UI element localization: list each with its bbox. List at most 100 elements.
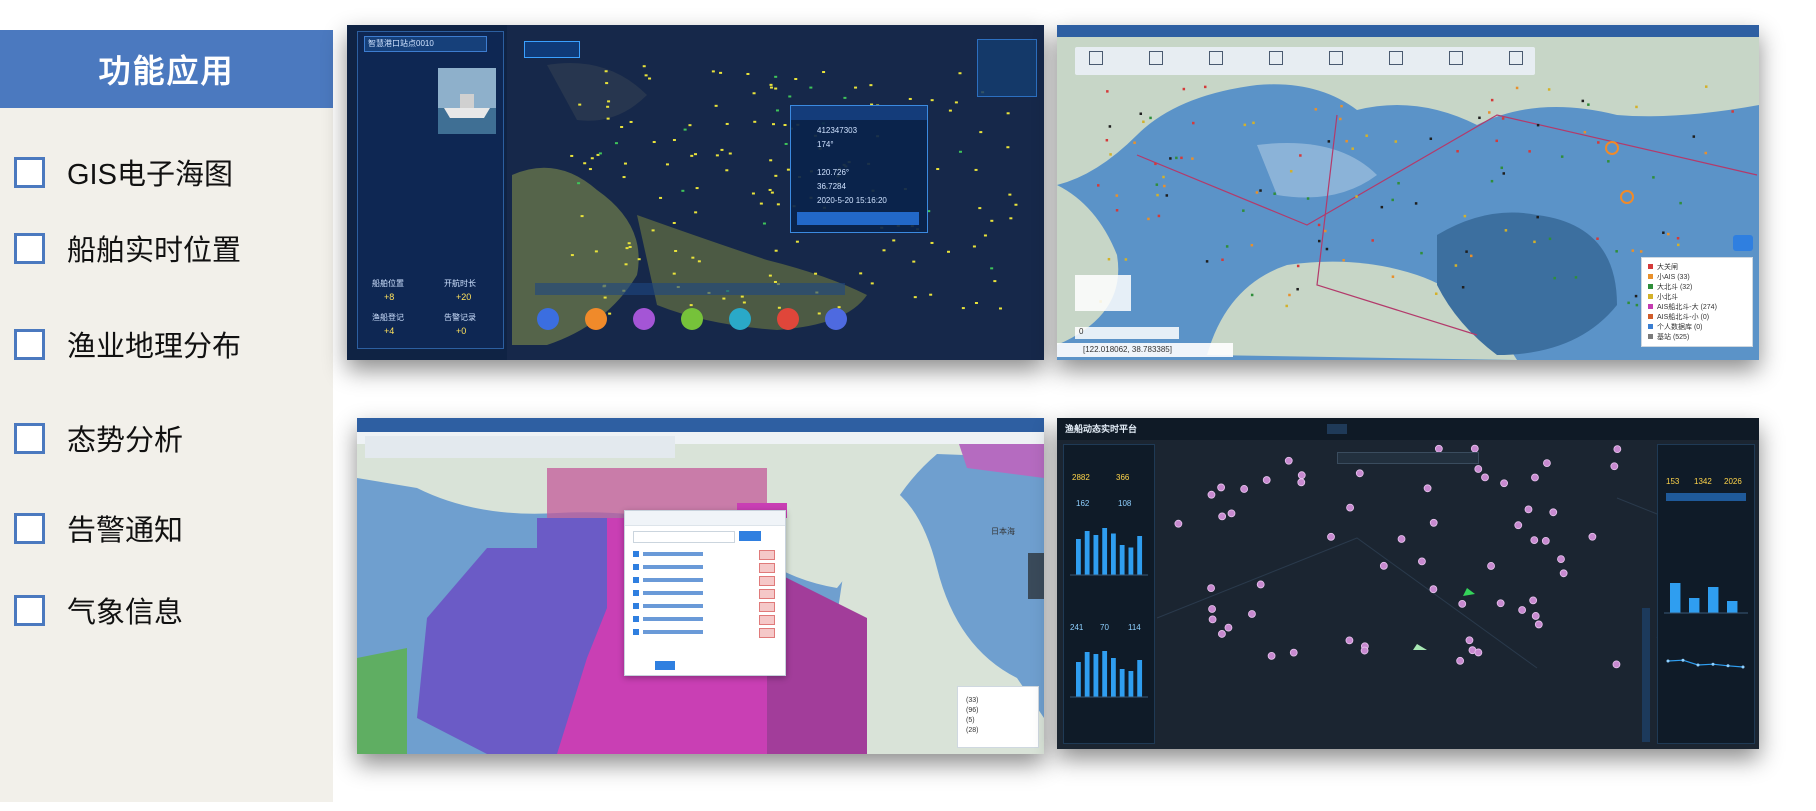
vessel-marker (1109, 153, 1112, 156)
site-dropdown[interactable]: 智慧港口站点0010 (364, 36, 487, 52)
ship-marker (606, 105, 610, 108)
layers-icon[interactable] (1449, 51, 1463, 65)
feature-item-alarm-notice[interactable]: 告警通知 (14, 508, 183, 548)
vessel-circle (1207, 584, 1215, 593)
legend-label: 基站 (525) (1657, 334, 1690, 341)
panel-collapse-handle[interactable] (1028, 553, 1044, 599)
checkbox[interactable] (14, 156, 45, 188)
vessel-circle (1456, 656, 1465, 665)
vessel-marker (1553, 276, 1556, 280)
vessel-marker (1560, 155, 1564, 158)
vessel-marker (1165, 194, 1169, 197)
vessel-circle (1541, 536, 1550, 545)
popup-detail-button[interactable] (797, 212, 919, 225)
ship-marker (822, 71, 826, 74)
person-icon[interactable] (1269, 51, 1283, 65)
delete-button[interactable] (759, 589, 775, 599)
vessel-circle (1418, 557, 1426, 566)
fishery-toolbar[interactable] (365, 436, 675, 458)
dashboard-search-input[interactable] (1337, 452, 1479, 464)
vessel-marker (1154, 162, 1157, 166)
stat-grid: 船舶位置 开航时长 +8 +20 渔船登记 告警记录 +4 +0 (362, 272, 498, 342)
list-item[interactable] (633, 575, 777, 586)
chat-icon[interactable] (1733, 235, 1753, 251)
list-item[interactable] (633, 549, 777, 560)
route-icon[interactable] (1209, 51, 1223, 65)
ship-marker (665, 163, 669, 166)
stat-label: 开航时长 (444, 279, 476, 288)
delete-button[interactable] (759, 563, 775, 573)
forecast-icon[interactable] (681, 308, 703, 330)
delete-button[interactable] (759, 550, 775, 560)
gis-toolbar (1075, 47, 1535, 75)
delete-button[interactable] (759, 602, 775, 612)
legend-label: AIS船北斗-大 (274) (1657, 304, 1717, 311)
list-item[interactable] (633, 562, 777, 573)
fishing-icon[interactable] (729, 308, 751, 330)
environment-icon[interactable] (633, 308, 655, 330)
ship-marker (795, 240, 799, 243)
vessel-marker (1704, 151, 1708, 155)
dialog-search-button[interactable] (739, 531, 761, 541)
ship-marker (620, 125, 624, 128)
bar (1076, 662, 1081, 697)
checkbox[interactable] (14, 594, 45, 626)
dialog-confirm-button[interactable] (655, 661, 675, 670)
filter-icon[interactable] (1329, 51, 1343, 65)
bar (1119, 545, 1125, 575)
list-item[interactable] (633, 588, 777, 599)
right-tab-strip[interactable] (1666, 493, 1746, 501)
ship-marker (978, 207, 982, 210)
mail-icon[interactable] (1389, 51, 1403, 65)
ship-marker (854, 86, 858, 89)
delete-button[interactable] (759, 576, 775, 586)
vessel-circle (1355, 469, 1364, 478)
ship-marker (672, 139, 676, 142)
area-icon[interactable] (1149, 51, 1163, 65)
feature-item-ship-position[interactable]: 船舶实时位置 (14, 228, 241, 268)
one-key-query-button[interactable] (524, 41, 580, 58)
list-item[interactable] (633, 601, 777, 612)
fishery-legend: (33) (96) (5) (28) (957, 686, 1039, 748)
feature-item-gis-chart[interactable]: GIS电子海图 (14, 152, 233, 192)
zoom-control[interactable] (1075, 275, 1131, 311)
dialog-search-input[interactable] (633, 531, 735, 543)
vessel-circle (1360, 646, 1369, 655)
vessel-circle (1465, 636, 1474, 645)
ship-marker (892, 239, 896, 242)
legend-swatch (1648, 304, 1653, 309)
vessel-marker (1704, 85, 1708, 88)
delete-button[interactable] (759, 615, 775, 625)
nav-home-tab[interactable] (1327, 424, 1347, 434)
alarm-icon[interactable] (777, 308, 799, 330)
legend-item: 小北斗 (1648, 292, 1678, 302)
feature-item-situation-analysis[interactable]: 态势分析 (14, 418, 183, 458)
map-tool-panel[interactable] (977, 39, 1037, 97)
list-item[interactable] (633, 627, 777, 638)
zone-list-dialog (624, 510, 786, 676)
vessel-marker (1289, 169, 1293, 173)
vessel-marker (1180, 156, 1183, 160)
checkbox[interactable] (14, 422, 45, 454)
satellite-icon[interactable] (585, 308, 607, 330)
bar (1111, 658, 1116, 697)
map-side-toolbar[interactable] (1642, 608, 1650, 742)
eye-icon[interactable] (1509, 51, 1523, 65)
vessel-circle (1481, 473, 1489, 482)
checkbox[interactable] (14, 232, 45, 264)
checkbox[interactable] (14, 512, 45, 544)
layer-toggle-row[interactable] (535, 283, 845, 295)
feature-item-fishery-distribution[interactable]: 渔业地理分布 (14, 324, 241, 364)
delete-button[interactable] (759, 628, 775, 638)
vessel-marker (1635, 303, 1639, 307)
list-item[interactable] (633, 614, 777, 625)
vessel-circle (1208, 615, 1217, 624)
feature-item-weather-info[interactable]: 气象信息 (14, 590, 183, 630)
checkbox[interactable] (14, 328, 45, 360)
vessel-marker (1667, 232, 1670, 236)
measure-icon[interactable] (1089, 51, 1103, 65)
stat-value: 108 (1118, 499, 1132, 508)
weather-icon[interactable] (825, 308, 847, 330)
ship-marker (769, 83, 773, 86)
port-icon[interactable] (537, 308, 559, 330)
